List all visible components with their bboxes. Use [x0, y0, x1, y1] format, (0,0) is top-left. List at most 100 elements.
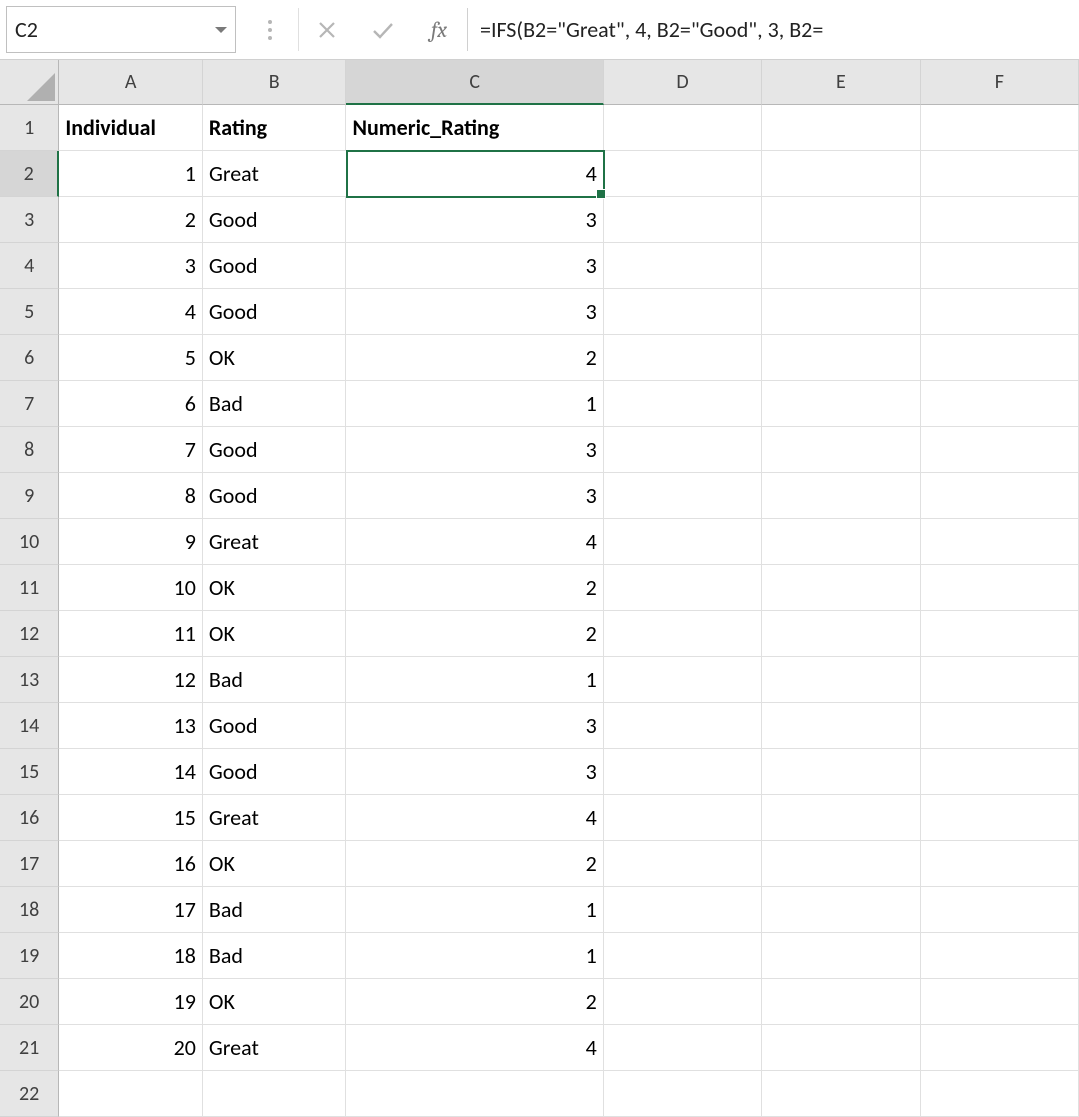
row-header-3[interactable]: 3: [0, 197, 59, 243]
cell-F18[interactable]: [921, 887, 1079, 933]
row-header-17[interactable]: 17: [0, 841, 59, 887]
cell-B1[interactable]: Rating: [203, 105, 347, 151]
cell-B5[interactable]: Good: [203, 289, 347, 335]
cell-D3[interactable]: [604, 197, 762, 243]
cell-B7[interactable]: Bad: [203, 381, 347, 427]
cell-D13[interactable]: [604, 657, 762, 703]
column-header-D[interactable]: D: [604, 60, 762, 105]
row-header-6[interactable]: 6: [0, 335, 59, 381]
cell-E1[interactable]: [762, 105, 920, 151]
cell-E6[interactable]: [762, 335, 920, 381]
cell-B6[interactable]: OK: [203, 335, 347, 381]
cell-A7[interactable]: 6: [59, 381, 203, 427]
cell-C11[interactable]: 2: [346, 565, 603, 611]
cell-D2[interactable]: [604, 151, 762, 197]
cell-E21[interactable]: [762, 1025, 920, 1071]
formula-bar-options-icon[interactable]: [242, 0, 298, 59]
cell-F17[interactable]: [921, 841, 1079, 887]
cell-C3[interactable]: 3: [346, 197, 603, 243]
enter-icon[interactable]: [355, 0, 411, 59]
cell-C15[interactable]: 3: [346, 749, 603, 795]
cell-A17[interactable]: 16: [59, 841, 203, 887]
row-header-18[interactable]: 18: [0, 887, 59, 933]
cell-D14[interactable]: [604, 703, 762, 749]
row-header-11[interactable]: 11: [0, 565, 59, 611]
cell-F19[interactable]: [921, 933, 1079, 979]
cell-C4[interactable]: 3: [346, 243, 603, 289]
cell-C20[interactable]: 2: [346, 979, 603, 1025]
cell-F21[interactable]: [921, 1025, 1079, 1071]
cell-F5[interactable]: [921, 289, 1079, 335]
cell-A4[interactable]: 3: [59, 243, 203, 289]
cell-D21[interactable]: [604, 1025, 762, 1071]
cell-D10[interactable]: [604, 519, 762, 565]
cell-F10[interactable]: [921, 519, 1079, 565]
cell-F6[interactable]: [921, 335, 1079, 381]
cell-A2[interactable]: 1: [59, 151, 203, 197]
row-header-15[interactable]: 15: [0, 749, 59, 795]
row-header-22[interactable]: 22: [0, 1071, 59, 1117]
cell-E16[interactable]: [762, 795, 920, 841]
cell-F22[interactable]: [921, 1071, 1079, 1117]
cell-B22[interactable]: [203, 1071, 347, 1117]
cell-F16[interactable]: [921, 795, 1079, 841]
cell-C2[interactable]: 4: [347, 151, 604, 197]
cell-A20[interactable]: 19: [59, 979, 203, 1025]
cell-F15[interactable]: [921, 749, 1079, 795]
cell-E20[interactable]: [762, 979, 920, 1025]
name-box[interactable]: C2: [6, 6, 236, 53]
cell-E8[interactable]: [762, 427, 920, 473]
cell-A9[interactable]: 8: [59, 473, 203, 519]
cell-A5[interactable]: 4: [59, 289, 203, 335]
cell-A11[interactable]: 10: [59, 565, 203, 611]
cell-B16[interactable]: Great: [203, 795, 347, 841]
cell-B2[interactable]: Great: [203, 151, 347, 197]
cell-D9[interactable]: [604, 473, 762, 519]
cell-C7[interactable]: 1: [346, 381, 603, 427]
row-header-12[interactable]: 12: [0, 611, 59, 657]
cell-F4[interactable]: [921, 243, 1079, 289]
cell-F2[interactable]: [921, 151, 1079, 197]
cell-E5[interactable]: [762, 289, 920, 335]
cell-D5[interactable]: [604, 289, 762, 335]
cell-C16[interactable]: 4: [346, 795, 603, 841]
cell-E17[interactable]: [762, 841, 920, 887]
cell-A1[interactable]: Individual: [59, 105, 203, 151]
cell-D1[interactable]: [604, 105, 762, 151]
cell-A3[interactable]: 2: [59, 197, 203, 243]
cell-C6[interactable]: 2: [346, 335, 603, 381]
cell-D11[interactable]: [604, 565, 762, 611]
cell-B4[interactable]: Good: [203, 243, 347, 289]
row-header-9[interactable]: 9: [0, 473, 59, 519]
cell-D20[interactable]: [604, 979, 762, 1025]
cell-C10[interactable]: 4: [346, 519, 603, 565]
cell-D12[interactable]: [604, 611, 762, 657]
cell-B11[interactable]: OK: [203, 565, 347, 611]
row-header-10[interactable]: 10: [0, 519, 59, 565]
cell-A8[interactable]: 7: [59, 427, 203, 473]
cell-F9[interactable]: [921, 473, 1079, 519]
cell-E14[interactable]: [762, 703, 920, 749]
cell-B8[interactable]: Good: [203, 427, 347, 473]
cell-D17[interactable]: [604, 841, 762, 887]
row-header-16[interactable]: 16: [0, 795, 59, 841]
cell-E11[interactable]: [762, 565, 920, 611]
cell-A15[interactable]: 14: [59, 749, 203, 795]
cell-B17[interactable]: OK: [203, 841, 347, 887]
cell-D7[interactable]: [604, 381, 762, 427]
cell-E19[interactable]: [762, 933, 920, 979]
row-header-2[interactable]: 2: [0, 151, 59, 197]
row-header-21[interactable]: 21: [0, 1025, 59, 1071]
cell-B20[interactable]: OK: [203, 979, 347, 1025]
cell-C1[interactable]: Numeric_Rating: [346, 105, 603, 151]
column-header-E[interactable]: E: [762, 60, 920, 105]
cell-E4[interactable]: [762, 243, 920, 289]
cell-A18[interactable]: 17: [59, 887, 203, 933]
row-header-20[interactable]: 20: [0, 979, 59, 1025]
cell-B13[interactable]: Bad: [203, 657, 347, 703]
cell-B9[interactable]: Good: [203, 473, 347, 519]
cancel-icon[interactable]: [299, 0, 355, 59]
cell-F20[interactable]: [921, 979, 1079, 1025]
cell-E15[interactable]: [762, 749, 920, 795]
cell-B18[interactable]: Bad: [203, 887, 347, 933]
